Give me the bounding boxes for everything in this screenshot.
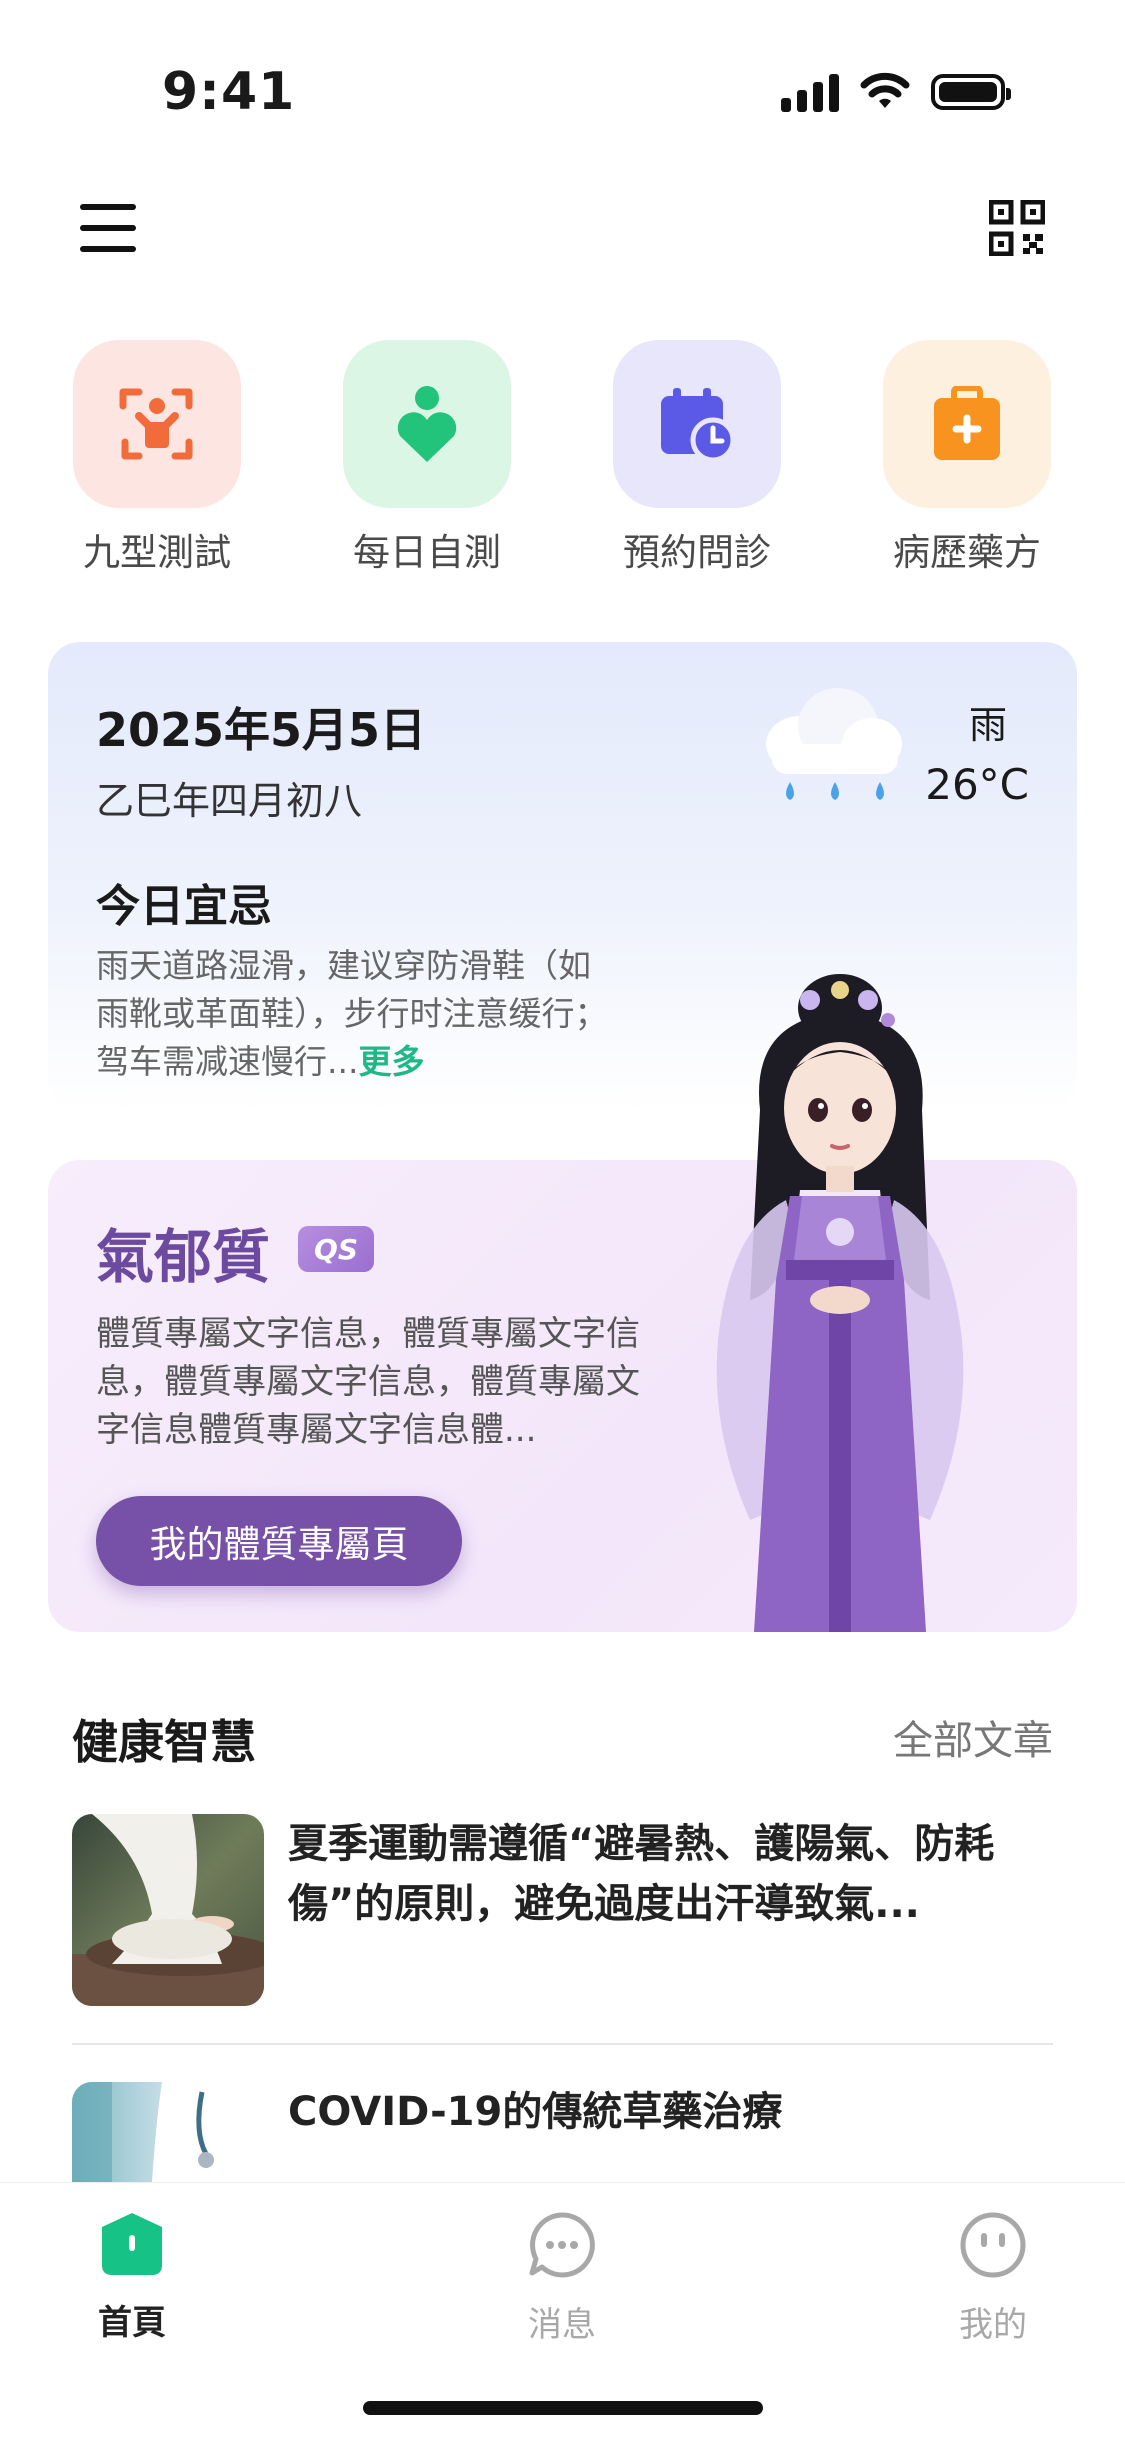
rain-cloud-icon xyxy=(766,688,902,800)
quick-action-medical-record[interactable]: 病歷藥方 xyxy=(857,340,1077,576)
article-title: 夏季運動需遵循“避暑熱、護陽氣、防耗傷”的原則，避免過度出汗導致氣... xyxy=(288,1821,995,1927)
more-link[interactable]: 更多 xyxy=(358,1042,424,1081)
tab-bar: 首頁 消息 我的 xyxy=(0,2182,1125,2437)
medical-kit-icon xyxy=(934,386,1000,460)
article-thumbnail-meditation xyxy=(72,1814,264,2006)
tab-home[interactable]: 首頁 xyxy=(32,2211,232,2344)
constitution-badge: QS xyxy=(298,1226,374,1272)
quick-action-type-test[interactable]: 九型測試 xyxy=(47,340,267,576)
status-icons xyxy=(781,72,1011,112)
quick-action-label: 九型測試 xyxy=(83,531,231,574)
doctor-image xyxy=(72,2082,264,2182)
yiji-text: 雨天道路湿滑，建议穿防滑鞋（如雨靴或革面鞋），步行时注意缓行；驾车需减速慢行..… xyxy=(96,942,616,1086)
weather-condition: 雨 xyxy=(968,703,1007,747)
status-time: 9:41 xyxy=(162,62,296,122)
tab-messages[interactable]: 消息 xyxy=(462,2211,662,2346)
quick-action-label: 預約問診 xyxy=(623,531,771,574)
section-title: 健康智慧 xyxy=(72,1715,256,1769)
article-thumbnail-doctor xyxy=(72,2082,264,2182)
constitution-text: 體質專屬文字信息，體質專屬文字信息，體質專屬文字信息，體質專屬文字信息體質專屬文… xyxy=(96,1314,640,1450)
tab-profile[interactable]: 我的 xyxy=(893,2211,1093,2346)
my-constitution-button[interactable]: 我的體質專屬頁 xyxy=(96,1496,462,1586)
lunar-date: 乙巳年四月初八 xyxy=(96,779,363,823)
yiji-title: 今日宜忌 xyxy=(96,881,272,932)
cellular-signal-icon xyxy=(781,72,839,112)
quick-action-daily-test[interactable]: 每日自測 xyxy=(317,340,537,576)
home-icon xyxy=(102,2213,162,2275)
all-articles-link[interactable]: 全部文章 xyxy=(893,1708,1053,1766)
home-indicator xyxy=(363,2401,763,2415)
qr-code-icon[interactable] xyxy=(989,200,1045,256)
temperature: 26°C xyxy=(925,760,1029,809)
menu-icon[interactable] xyxy=(80,200,136,256)
quick-action-appointment[interactable]: 預約問診 xyxy=(587,340,807,576)
quick-tile xyxy=(73,340,241,508)
article-title: COVID-19的傳統草藥治療 xyxy=(288,2089,783,2135)
profile-icon xyxy=(960,2212,1026,2278)
quick-action-label: 每日自測 xyxy=(353,531,501,574)
divider xyxy=(72,2043,1053,2045)
heart-person-icon xyxy=(397,386,457,462)
tab-label: 首頁 xyxy=(98,2303,166,2343)
scan-person-icon xyxy=(119,388,193,460)
battery-icon xyxy=(931,74,1011,110)
message-icon xyxy=(529,2212,595,2278)
constitution-title: 氣郁質 xyxy=(96,1223,271,1291)
meditation-image xyxy=(72,1814,264,2006)
quick-tile xyxy=(613,340,781,508)
date-title: 2025年5月5日 xyxy=(96,703,427,757)
tab-label: 消息 xyxy=(528,2305,596,2345)
calendar-clock-icon xyxy=(661,388,736,463)
wifi-icon xyxy=(860,72,910,108)
tab-label: 我的 xyxy=(959,2305,1027,2345)
quick-action-label: 病歷藥方 xyxy=(893,531,1041,574)
quick-tile xyxy=(883,340,1051,508)
quick-tile xyxy=(343,340,511,508)
yiji-body: 雨天道路湿滑，建议穿防滑鞋（如雨靴或革面鞋），步行时注意缓行；驾车需减速慢行..… xyxy=(96,946,608,1081)
character-illustration xyxy=(716,974,964,1632)
